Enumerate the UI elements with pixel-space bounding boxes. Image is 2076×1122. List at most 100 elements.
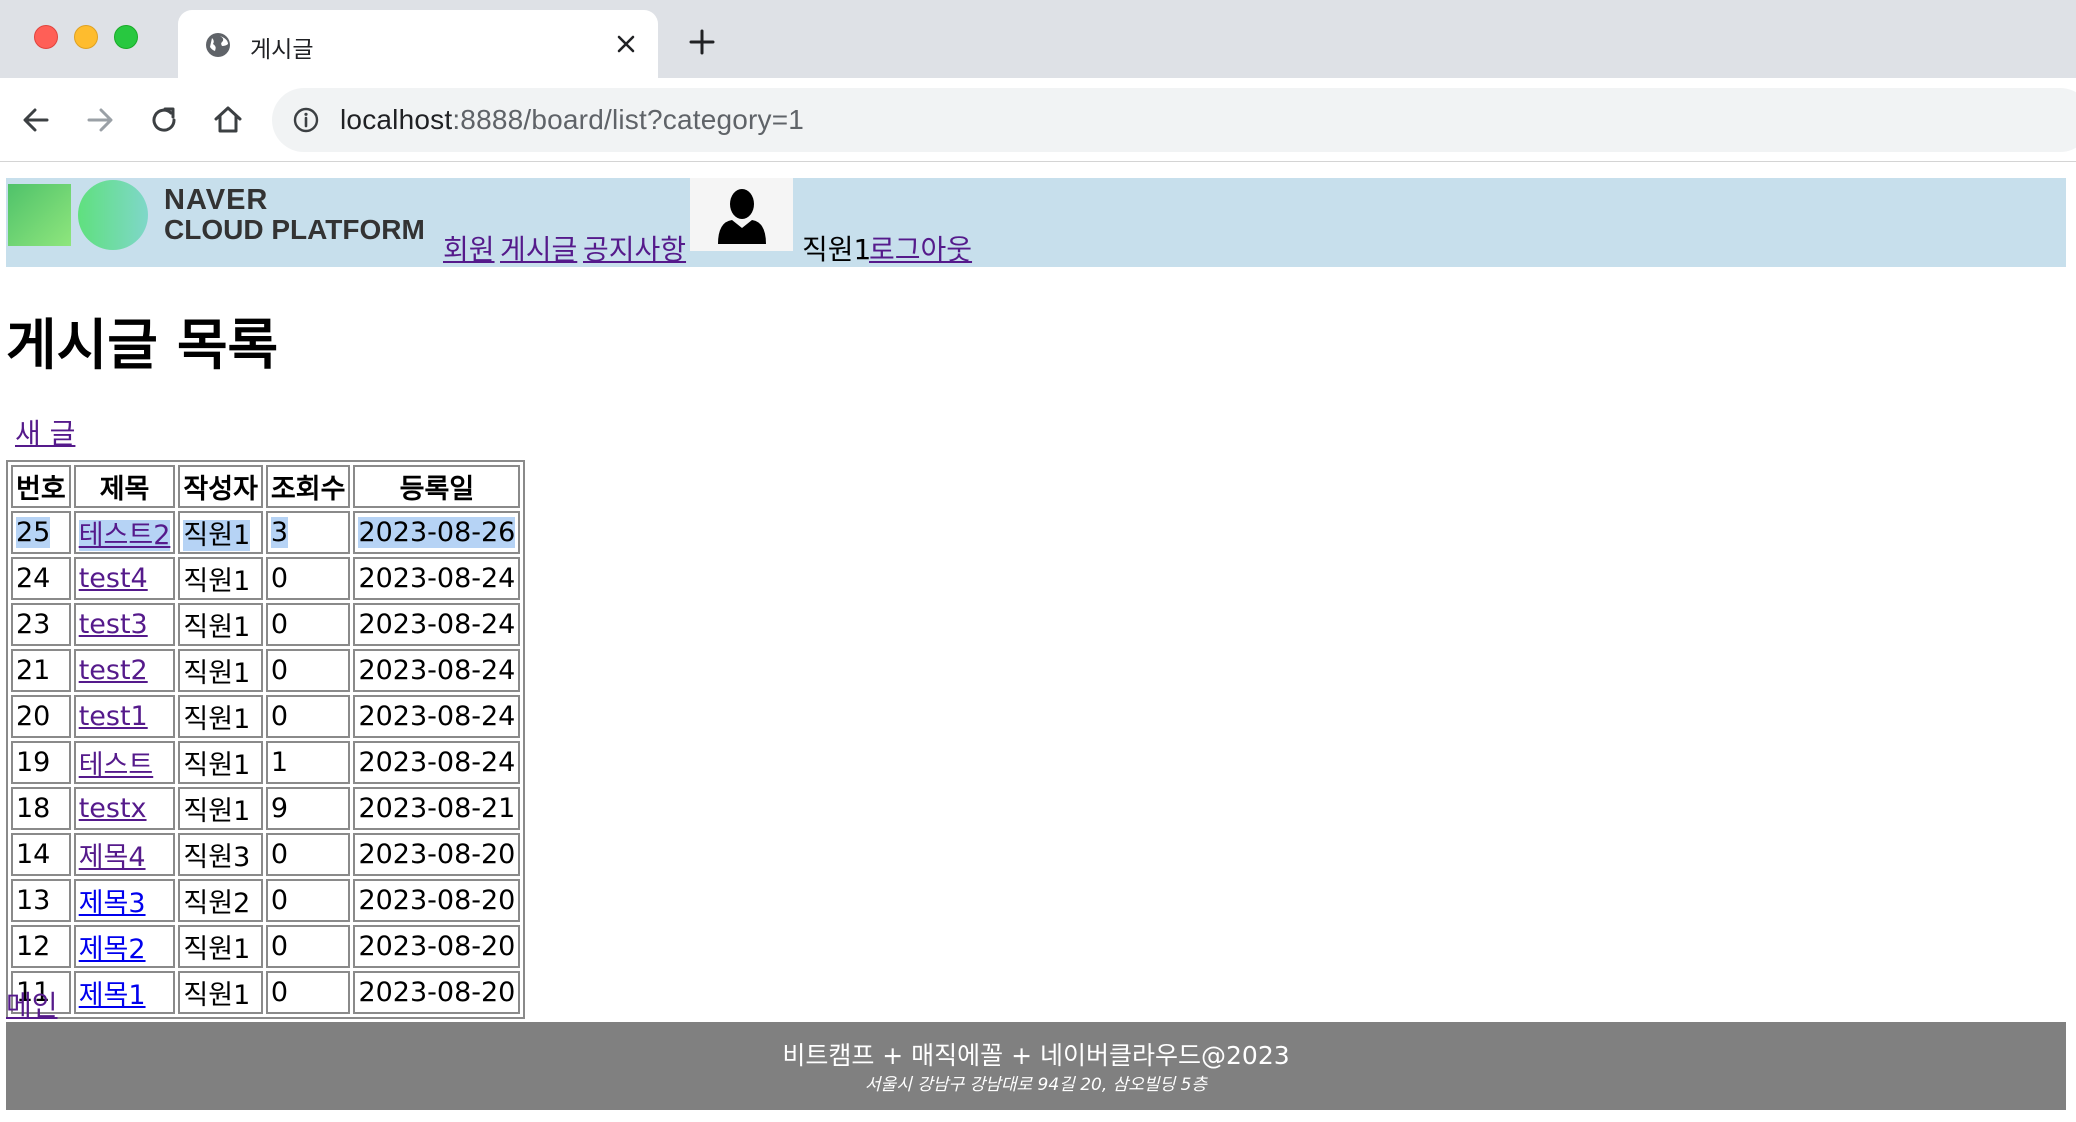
cell-title-text: 제목4 xyxy=(78,842,146,873)
cell-author: 직원2 xyxy=(178,879,263,922)
cell-number: 20 xyxy=(11,695,71,738)
username: 직원1 xyxy=(802,233,872,266)
table-row: 23 test3 직원1 0 2023-08-24 xyxy=(11,603,521,646)
minimize-window-button[interactable] xyxy=(74,25,98,49)
cell-title: test4 xyxy=(73,557,176,600)
cell-views: 0 xyxy=(265,557,351,600)
site-header: NAVER CLOUD PLATFORM 회원 게시글 공지사항 직원1 로그아… xyxy=(6,178,2066,267)
cell-author: 직원1 xyxy=(178,695,263,738)
cell-date: 2023-08-24 xyxy=(353,557,521,600)
cell-number-text: 24 xyxy=(16,563,51,594)
cell-title-text: 제목1 xyxy=(78,980,146,1011)
cell-views: 0 xyxy=(265,833,351,876)
close-window-button[interactable] xyxy=(34,25,58,49)
cell-number: 21 xyxy=(11,649,71,692)
table-row: 18 testx 직원1 9 2023-08-21 xyxy=(11,787,521,830)
cell-title: 제목3 xyxy=(73,879,176,922)
cell-number: 14 xyxy=(11,833,71,876)
cell-title-text: test3 xyxy=(78,609,148,640)
cell-title-text: 제목3 xyxy=(78,888,146,919)
post-title-link[interactable]: 테스트 xyxy=(79,750,154,781)
cell-views: 1 xyxy=(265,741,351,784)
cell-title: 테스트2 xyxy=(73,511,176,554)
nav-link-posts[interactable]: 게시글 xyxy=(500,228,577,268)
footer-copyright: 비트캠프 + 매직에꼴 + 네이버클라우드@2023 xyxy=(782,1041,1290,1070)
main-link[interactable]: 메인 xyxy=(6,984,58,1024)
cell-views-text: 0 xyxy=(270,885,289,916)
post-title-link[interactable]: 제목3 xyxy=(79,888,146,919)
cell-title-text: 테스트 xyxy=(78,750,154,781)
cell-number-text: 21 xyxy=(16,655,51,686)
cell-views: 9 xyxy=(265,787,351,830)
table-row: 24 test4 직원1 0 2023-08-24 xyxy=(11,557,521,600)
cell-number: 12 xyxy=(11,925,71,968)
cell-title-text: test4 xyxy=(78,563,148,594)
nav-link-members[interactable]: 회원 xyxy=(443,228,495,268)
column-header-number: 번호 xyxy=(11,465,71,508)
cell-title: 제목1 xyxy=(73,971,176,1014)
home-icon[interactable] xyxy=(208,100,248,140)
post-title-link[interactable]: 제목2 xyxy=(79,934,146,965)
cell-title-text: test2 xyxy=(78,655,148,686)
column-header-date: 등록일 xyxy=(353,465,521,508)
table-row: 14 제목4 직원3 0 2023-08-20 xyxy=(11,833,521,876)
board-table: 번호 제목 작성자 조회수 등록일 25 테스트2 직원1 3 2023-08-26 24… xyxy=(6,460,526,1019)
cell-author: 직원1 xyxy=(178,557,263,600)
post-title-link[interactable]: testx xyxy=(79,793,147,824)
cell-author: 직원1 xyxy=(178,787,263,830)
nav-link-notices[interactable]: 공지사항 xyxy=(583,228,686,268)
table-row: 11 제목1 직원1 0 2023-08-20 xyxy=(11,971,521,1014)
cell-views: 0 xyxy=(265,603,351,646)
post-title-link[interactable]: test4 xyxy=(79,563,148,594)
info-icon[interactable] xyxy=(292,106,320,134)
cell-author-text: 직원1 xyxy=(183,566,251,597)
address-bar[interactable]: localhost:8888/board/list?category=1 xyxy=(272,88,2076,152)
cell-author: 직원1 xyxy=(178,603,263,646)
url-text[interactable]: localhost:8888/board/list?category=1 xyxy=(340,104,804,136)
cell-views: 0 xyxy=(265,971,351,1014)
url-host: localhost xyxy=(340,104,453,135)
cell-number-text: 12 xyxy=(16,931,51,962)
cell-date: 2023-08-20 xyxy=(353,925,521,968)
cell-number-text: 25 xyxy=(16,517,51,548)
back-icon[interactable] xyxy=(16,100,56,140)
cell-date: 2023-08-20 xyxy=(353,833,521,876)
cell-date: 2023-08-24 xyxy=(353,649,521,692)
maximize-window-button[interactable] xyxy=(114,25,138,49)
cell-date: 2023-08-20 xyxy=(353,971,521,1014)
post-title-link[interactable]: 테스트2 xyxy=(78,520,171,551)
cell-author-text: 직원1 xyxy=(183,750,251,781)
cell-number: 19 xyxy=(11,741,71,784)
post-title-link[interactable]: test1 xyxy=(79,701,148,732)
cell-views-text: 3 xyxy=(270,517,289,548)
reload-icon[interactable] xyxy=(144,100,184,140)
close-icon[interactable] xyxy=(610,28,642,60)
cell-date: 2023-08-21 xyxy=(353,787,521,830)
logo-square xyxy=(8,184,71,246)
post-title-link[interactable]: test3 xyxy=(79,609,148,640)
cell-date-text: 2023-08-24 xyxy=(358,747,516,778)
cell-author-text: 직원1 xyxy=(183,520,251,551)
post-title-link[interactable]: test2 xyxy=(79,655,148,686)
logout-link[interactable]: 로그아웃 xyxy=(869,228,972,268)
cell-title-text: test1 xyxy=(78,701,148,732)
browser-tab[interactable]: 게시글 xyxy=(178,10,658,78)
cell-date-text: 2023-08-20 xyxy=(358,839,516,870)
new-post-link[interactable]: 새 글 xyxy=(15,412,75,452)
plus-icon[interactable] xyxy=(686,26,718,58)
cell-author-text: 직원2 xyxy=(183,888,251,919)
cell-views: 0 xyxy=(265,695,351,738)
cell-number-text: 18 xyxy=(16,793,51,824)
cell-title-text: 제목2 xyxy=(78,934,146,965)
column-header-title: 제목 xyxy=(73,465,176,508)
post-title-link[interactable]: 제목4 xyxy=(79,842,146,873)
cell-date-text: 2023-08-20 xyxy=(358,977,516,1008)
cell-title: test2 xyxy=(73,649,176,692)
post-title-link[interactable]: 제목1 xyxy=(79,980,146,1011)
forward-icon[interactable] xyxy=(80,100,120,140)
naver-cloud-logo[interactable]: NAVER CLOUD PLATFORM xyxy=(6,178,442,267)
cell-date: 2023-08-20 xyxy=(353,879,521,922)
cell-number-text: 20 xyxy=(16,701,51,732)
board-body: 25 테스트2 직원1 3 2023-08-26 24 test4 직원1 0 2023-08-2… xyxy=(11,511,521,1014)
cell-views-text: 9 xyxy=(270,793,289,824)
